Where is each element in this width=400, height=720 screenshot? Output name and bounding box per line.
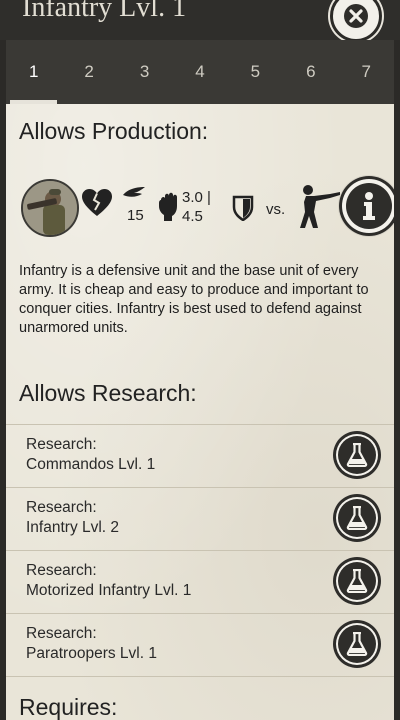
requires-heading: Requires: [19, 694, 118, 720]
research-button[interactable] [333, 620, 381, 668]
infantry-soldier-icon [300, 185, 340, 228]
production-heading: Allows Production: [19, 118, 209, 144]
close-icon [344, 4, 368, 28]
flask-icon [346, 632, 368, 656]
research-button[interactable] [333, 431, 381, 479]
research-button[interactable] [333, 494, 381, 542]
research-heading: Allows Research: [19, 380, 197, 406]
unit-stats: 15 3.0 | 4.5 vs. [19, 174, 394, 244]
flask-icon [346, 506, 368, 530]
flask-icon [346, 569, 368, 593]
unit-description: Infantry is a defensive unit and the bas… [19, 263, 369, 336]
tab-level-6[interactable]: 6 [283, 40, 338, 104]
divider [6, 676, 394, 677]
versus-label: vs. [266, 201, 286, 218]
research-item-name: Infantry Lvl. 2 [26, 519, 120, 536]
tab-level-1[interactable]: 1 [6, 40, 61, 104]
research-item-name: Paratroopers Lvl. 1 [26, 645, 157, 662]
research-item-label: Research: [26, 562, 97, 579]
flask-icon [346, 443, 368, 467]
wing-icon [123, 187, 145, 197]
level-tabs: 1 2 3 4 5 6 7 [6, 40, 394, 104]
research-item-label: Research: [26, 625, 97, 642]
header: Infantry Lvl. 1 [0, 0, 400, 42]
speed-value: 15 [127, 207, 144, 224]
unit-info-button[interactable] [339, 176, 394, 236]
tab-level-5[interactable]: 5 [228, 40, 283, 104]
attack-value-hard: 4.5 [182, 208, 203, 225]
page-title: Infantry Lvl. 1 [22, 0, 187, 23]
tab-level-7[interactable]: 7 [339, 40, 394, 104]
tab-level-3[interactable]: 3 [117, 40, 172, 104]
fist-icon [159, 192, 177, 221]
close-button[interactable] [330, 0, 382, 42]
info-icon [363, 192, 375, 220]
research-item-name: Motorized Infantry Lvl. 1 [26, 582, 192, 599]
research-button[interactable] [333, 557, 381, 605]
unit-avatar [21, 179, 79, 237]
unit-detail-panel[interactable]: Allows Production: 15 3.0 | 4.5 vs. Infa… [6, 104, 394, 720]
shield-icon [232, 195, 254, 221]
broken-heart-icon [82, 189, 112, 216]
research-item-name: Commandos Lvl. 1 [26, 456, 156, 473]
research-item-label: Research: [26, 499, 97, 516]
research-item-commandos[interactable]: Research: Commandos Lvl. 1 [6, 425, 394, 487]
tab-level-2[interactable]: 2 [61, 40, 116, 104]
attack-value-soft: 3.0 | [182, 189, 211, 206]
tab-level-4[interactable]: 4 [172, 40, 227, 104]
research-item-paratroopers[interactable]: Research: Paratroopers Lvl. 1 [6, 614, 394, 676]
research-item-infantry-2[interactable]: Research: Infantry Lvl. 2 [6, 488, 394, 550]
research-item-motorized-infantry[interactable]: Research: Motorized Infantry Lvl. 1 [6, 551, 394, 613]
research-item-label: Research: [26, 436, 97, 453]
